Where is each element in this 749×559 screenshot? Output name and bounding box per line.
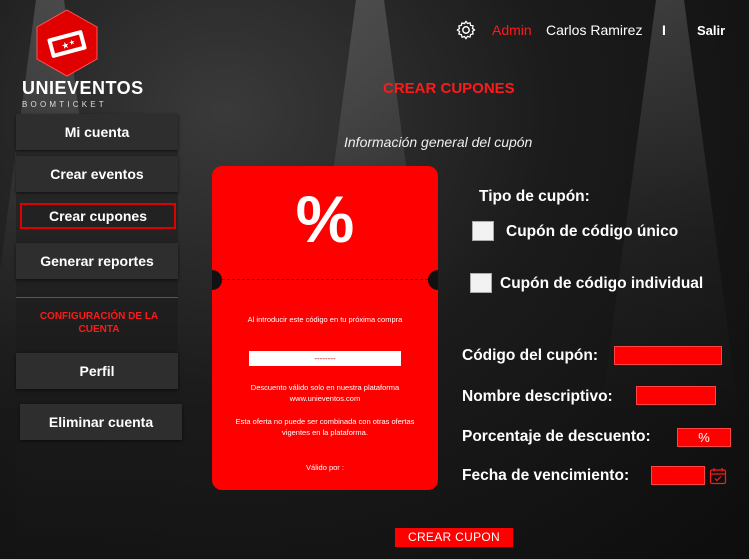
brand-logo: ★ ★ UNIEVENTOS BOOMTICKET <box>22 8 144 112</box>
brand-name: UNIEVENTOS <box>22 78 144 98</box>
descriptive-name-input[interactable] <box>636 386 716 405</box>
percent-symbol: % <box>295 182 355 256</box>
coupon-restriction-text: Esta oferta no puede ser combinada con o… <box>235 417 415 437</box>
coupon-code-input[interactable] <box>614 346 722 365</box>
name-label: Nombre descriptivo: <box>462 388 613 405</box>
coupon-type-label: Tipo de cupón: <box>479 188 590 205</box>
unique-code-checkbox[interactable] <box>472 221 494 241</box>
unique-code-label: Cupón de código único <box>506 223 679 240</box>
coupon-code-preview: -------- <box>249 351 401 366</box>
logout-link[interactable]: Salir <box>697 23 725 38</box>
sidebar-section-title: CONFIGURACIÓN DE LA CUENTA <box>39 311 159 335</box>
sidebar-item-crear-eventos[interactable]: Crear eventos <box>16 156 178 192</box>
sidebar-item-generar-reportes[interactable]: Generar reportes <box>16 243 178 279</box>
sidebar-divider <box>16 297 178 298</box>
coupon-validity-text: Descuento válido solo en nuestra platafo… <box>250 383 400 403</box>
sidebar-item-eliminar-cuenta[interactable]: Eliminar cuenta <box>20 404 182 440</box>
discount-percent-input[interactable]: % <box>677 428 731 447</box>
create-coupon-button[interactable]: CREAR CUPON <box>395 528 513 547</box>
user-name: Carlos Ramirez <box>546 22 643 38</box>
calendar-icon[interactable] <box>709 467 727 485</box>
individual-code-label: Cupón de código individual <box>500 275 704 292</box>
coupon-valid-until: Válido por : <box>306 463 344 472</box>
user-role: Admin <box>492 22 532 38</box>
page-title: CREAR CUPONES <box>383 80 515 97</box>
coupon-preview: % Al introducir este código en tu próxim… <box>212 166 438 490</box>
individual-code-checkbox[interactable] <box>470 273 492 293</box>
coupon-perforation <box>222 279 428 280</box>
coupon-intro-text: Al introducir este código en tu próxima … <box>247 315 403 324</box>
discount-label: Porcentaje de descuento: <box>462 428 651 445</box>
ticket-logo-icon: ★ ★ <box>36 9 98 77</box>
expiry-date-input[interactable] <box>651 466 705 485</box>
gear-icon[interactable] <box>455 19 477 41</box>
sidebar-item-perfil[interactable]: Perfil <box>16 353 178 389</box>
section-subtitle: Información general del cupón <box>344 134 533 150</box>
header-separator: I <box>662 22 666 38</box>
brand-tagline: BOOMTICKET <box>22 100 107 109</box>
expiry-label: Fecha de vencimiento: <box>462 467 630 484</box>
sidebar-item-crear-cupones[interactable]: Crear cupones <box>20 203 176 229</box>
coupon-notch <box>428 270 438 290</box>
code-label: Código del cupón: <box>462 347 599 364</box>
sidebar: Mi cuenta Crear eventos Crear cupones Ge… <box>16 114 182 559</box>
coupon-notch <box>212 270 222 290</box>
sidebar-item-mi-cuenta[interactable]: Mi cuenta <box>16 114 178 150</box>
